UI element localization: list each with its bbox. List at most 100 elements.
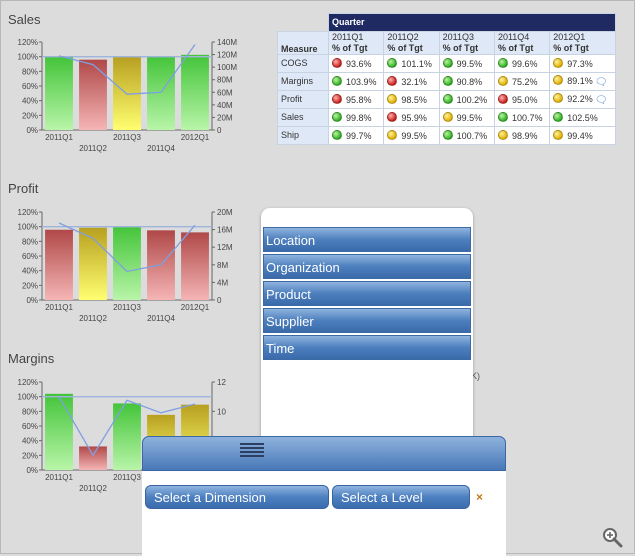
y-left-tick: 20% bbox=[22, 451, 38, 460]
x-tick-label: 2011Q1 bbox=[45, 303, 73, 312]
kpi-cell[interactable]: 32.1% bbox=[383, 71, 440, 91]
status-yellow-icon bbox=[553, 74, 564, 85]
selector-panel-header[interactable] bbox=[142, 436, 506, 471]
y-left-tick: 80% bbox=[22, 407, 38, 416]
dimension-item-product[interactable]: Product bbox=[263, 281, 471, 306]
kpi-value: 99.8% bbox=[346, 112, 372, 123]
measure-name: Profit bbox=[277, 89, 329, 109]
kpi-cell[interactable]: 100.7% bbox=[438, 125, 495, 145]
bar-2011Q2[interactable] bbox=[79, 446, 107, 470]
kpi-cell[interactable]: 103.9% bbox=[327, 71, 385, 91]
kpi-cell[interactable]: 100.2% bbox=[438, 89, 495, 109]
percent-of-target-label: % of Tgt bbox=[497, 42, 534, 53]
y-right-tick: 60M bbox=[217, 88, 233, 97]
measure-header: Measure bbox=[277, 30, 329, 55]
y-left-tick: 60% bbox=[22, 422, 38, 431]
y-left-tick: 120% bbox=[18, 38, 38, 47]
kpi-cell[interactable]: 90.8% bbox=[438, 71, 495, 91]
kpi-cell[interactable]: 102.5% bbox=[549, 107, 616, 127]
status-red-icon bbox=[497, 93, 508, 104]
status-green-icon bbox=[553, 111, 564, 122]
kpi-value: 75.2% bbox=[511, 76, 538, 87]
kpi-value: 99.5% bbox=[456, 112, 483, 123]
status-red-icon bbox=[332, 57, 342, 68]
zoom-in-icon[interactable] bbox=[601, 526, 623, 548]
measure-name: COGS bbox=[277, 53, 329, 73]
kpi-cell[interactable]: 97.3% bbox=[549, 53, 616, 73]
kpi-value: 95.9% bbox=[401, 112, 427, 123]
kpi-row: Ship 99.7% 99.5% 100.7% 98.9% 99.4% bbox=[277, 125, 616, 145]
dimension-item-supplier[interactable]: Supplier bbox=[263, 308, 471, 333]
x-tick-label: 2011Q3 bbox=[113, 133, 141, 142]
kpi-cell[interactable]: 99.8% bbox=[327, 107, 385, 127]
kpi-value: 89.1% bbox=[567, 75, 593, 86]
status-green-icon bbox=[332, 75, 342, 86]
quarter-label: 2011Q2 bbox=[387, 31, 419, 42]
bar-2011Q2[interactable] bbox=[79, 59, 107, 130]
status-green-icon bbox=[332, 129, 342, 140]
measure-name: Ship bbox=[277, 125, 329, 145]
bar-2011Q1[interactable] bbox=[45, 56, 73, 130]
y-right-tick: 100M bbox=[217, 63, 237, 72]
status-green-icon bbox=[497, 57, 508, 68]
bar-2012Q1[interactable] bbox=[181, 54, 209, 130]
kpi-cell[interactable]: 95.8% bbox=[327, 89, 385, 109]
status-yellow-icon bbox=[442, 111, 453, 122]
kpi-cell[interactable]: 92.2% 🗨 bbox=[549, 89, 616, 109]
kpi-value: 100.7% bbox=[511, 112, 543, 123]
kpi-value: 100.7% bbox=[456, 130, 488, 141]
y-left-tick: 120% bbox=[18, 208, 38, 217]
quarter-label: 2012Q1 bbox=[553, 31, 586, 42]
kpi-cell[interactable]: 75.2% bbox=[493, 71, 551, 91]
kpi-cell[interactable]: 93.6% bbox=[327, 53, 385, 73]
y-right-tick: 0 bbox=[217, 296, 222, 305]
kpi-cell[interactable]: 99.7% bbox=[327, 125, 385, 145]
kpi-value: 97.3% bbox=[567, 58, 593, 69]
kpi-cell[interactable]: 99.5% bbox=[438, 53, 495, 73]
y-left-tick: 60% bbox=[22, 252, 38, 261]
bar-2012Q1[interactable] bbox=[181, 232, 209, 300]
kpi-cell[interactable]: 89.1% 🗨 bbox=[549, 71, 616, 91]
quarter-label: 2011Q3 bbox=[442, 31, 474, 42]
select-dimension-button[interactable]: Select a Dimension bbox=[145, 485, 329, 509]
quarter-column-header: 2012Q1% of Tgt bbox=[549, 30, 616, 55]
profit-section-title: Profit bbox=[8, 181, 39, 196]
kpi-cell[interactable]: 99.6% bbox=[493, 53, 551, 73]
y-right-tick: 16M bbox=[217, 226, 233, 235]
kpi-value: 93.6% bbox=[346, 58, 372, 69]
kpi-value: 99.6% bbox=[511, 58, 538, 69]
kpi-cell[interactable]: 100.7% bbox=[493, 107, 551, 127]
kpi-cell[interactable]: 95.9% bbox=[383, 107, 440, 127]
drag-grip-icon[interactable] bbox=[240, 443, 264, 459]
y-left-tick: 40% bbox=[22, 437, 38, 446]
margins-section-title: Margins bbox=[8, 351, 55, 366]
kpi-cell[interactable]: 95.0% bbox=[493, 89, 551, 109]
kpi-cell[interactable]: 99.4% bbox=[549, 125, 616, 145]
close-icon[interactable]: × bbox=[476, 490, 483, 504]
bar-2011Q3[interactable] bbox=[113, 226, 141, 300]
kpi-value: 98.5% bbox=[401, 94, 427, 105]
bar-2011Q1[interactable] bbox=[45, 229, 73, 300]
kpi-cell[interactable]: 99.5% bbox=[383, 125, 440, 145]
comment-icon[interactable]: 🗨 bbox=[595, 95, 608, 106]
quarter-column-header: 2011Q1% of Tgt bbox=[327, 30, 385, 55]
dimension-item-time[interactable]: Time bbox=[263, 335, 471, 360]
x-tick-label: 2011Q4 bbox=[147, 144, 175, 153]
bar-2011Q1[interactable] bbox=[45, 393, 73, 470]
bar-2011Q3[interactable] bbox=[113, 403, 141, 470]
dimension-item-organization[interactable]: Organization bbox=[263, 254, 471, 279]
status-red-icon bbox=[332, 93, 342, 104]
kpi-cell[interactable]: 101.1% bbox=[383, 53, 440, 73]
y-left-tick: 40% bbox=[22, 267, 38, 276]
select-level-button[interactable]: Select a Level bbox=[332, 485, 470, 509]
kpi-cell[interactable]: 99.5% bbox=[438, 107, 495, 127]
status-green-icon bbox=[497, 111, 508, 122]
x-tick-label: 2011Q2 bbox=[79, 484, 107, 493]
comment-icon[interactable]: 🗨 bbox=[595, 77, 608, 88]
kpi-cell[interactable]: 98.5% bbox=[383, 89, 440, 109]
y-right-tick: 20M bbox=[217, 208, 233, 217]
dimension-item-location[interactable]: Location bbox=[263, 227, 471, 252]
status-yellow-icon bbox=[553, 129, 564, 140]
status-yellow-icon bbox=[553, 57, 564, 68]
kpi-cell[interactable]: 98.9% bbox=[493, 125, 551, 145]
